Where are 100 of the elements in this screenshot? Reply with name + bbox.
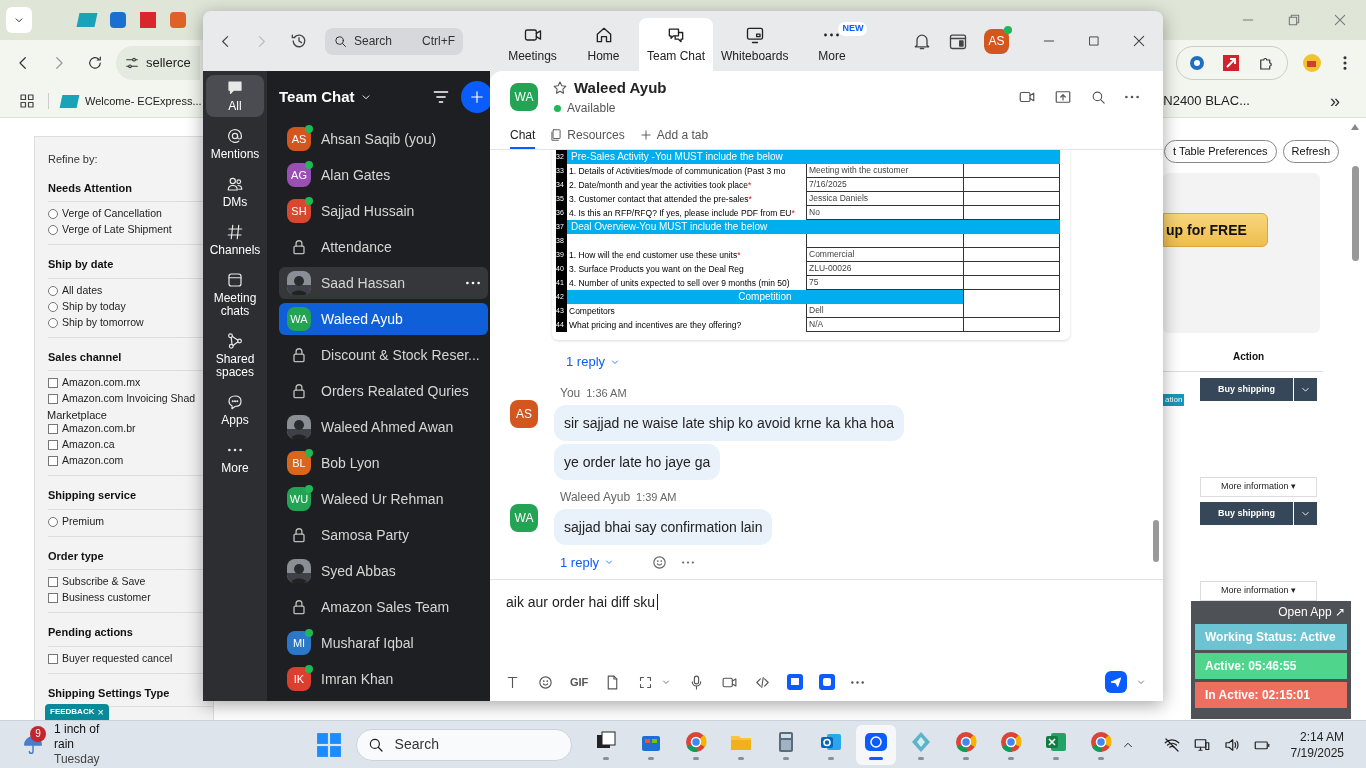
nav-tab[interactable]: Meetings <box>497 18 568 71</box>
buy-shipping-button[interactable]: Buy shipping <box>1200 502 1293 525</box>
address-bar[interactable]: sellerce <box>116 45 200 80</box>
search-field[interactable]: Search Ctrl+F <box>325 27 463 55</box>
tab-favicon-icon[interactable] <box>76 13 98 27</box>
new-chat-button[interactable] <box>460 81 493 113</box>
radio-button[interactable] <box>48 516 58 527</box>
chat-list-item[interactable]: MI Musharaf Iqbal <box>279 627 488 659</box>
avatar: WA <box>510 83 538 111</box>
start-icon[interactable] <box>315 731 342 758</box>
app-icon[interactable] <box>819 674 836 690</box>
maximize-icon[interactable] <box>1087 34 1101 48</box>
sidebar-tab[interactable]: All <box>206 75 264 117</box>
gif-button[interactable]: GIF <box>570 673 589 691</box>
chat-list-item[interactable]: Attendance <box>279 231 488 263</box>
reload-icon[interactable] <box>86 53 104 72</box>
at-sign-icon <box>226 127 244 145</box>
close-icon[interactable] <box>1332 12 1348 28</box>
conversation-tab[interactable]: Chat <box>510 123 536 149</box>
chat-list-item[interactable]: Orders Realated Quries <box>279 375 488 407</box>
chat-list-item[interactable]: AG Alan Gates <box>279 159 488 191</box>
add-reaction-icon[interactable] <box>651 553 669 571</box>
nav-tab[interactable]: Team Chat <box>639 18 714 71</box>
toolbar-button[interactable]: Refresh <box>1282 140 1340 163</box>
filter-option-label: Business customer <box>62 590 151 606</box>
chat-list-item[interactable]: IK Imran Khan <box>279 663 488 695</box>
message-bubble: ye order late ho jaye ga <box>554 443 721 480</box>
scrollbar-thumb[interactable] <box>1153 520 1159 562</box>
tab-favicon-icon[interactable] <box>110 12 126 28</box>
nav-tab[interactable]: Home <box>568 18 639 71</box>
sidebar-tab[interactable]: More <box>206 437 264 479</box>
chat-list-item[interactable]: BL Bob Lyon <box>279 447 488 479</box>
checkbox[interactable] <box>48 378 58 388</box>
search-icon <box>333 33 348 49</box>
restore-icon[interactable] <box>1286 12 1302 28</box>
more-options-icon[interactable] <box>465 281 480 285</box>
toolbar-button[interactable]: t Table Preferences <box>1164 140 1277 163</box>
bookmarks-overflow-button[interactable]: » <box>1330 87 1340 115</box>
chat-list-item[interactable]: Samosa Party <box>279 519 488 551</box>
radio-button[interactable] <box>48 285 58 296</box>
reply-count-link[interactable]: 1 reply <box>560 552 616 572</box>
apps-grid-icon[interactable] <box>18 92 36 110</box>
chat-list-item[interactable]: Saad Hassan <box>279 267 488 299</box>
chat-list-item[interactable]: Discount & Stock Reser... <box>279 339 488 371</box>
nav-tab[interactable]: Whiteboards <box>713 18 797 71</box>
chat-list-item[interactable]: WA Waleed Ayub <box>279 303 488 335</box>
checkbox[interactable] <box>48 424 58 434</box>
chat-list-item[interactable]: WU Waleed Ur Rehman <box>279 483 488 515</box>
feedback-tab[interactable]: FEEDBACK × <box>45 704 109 720</box>
sidebar-tab[interactable]: Mentions <box>206 123 264 165</box>
extension-icon[interactable] <box>1189 54 1205 71</box>
upload-icon[interactable] <box>1054 88 1072 106</box>
checkbox[interactable] <box>48 577 58 587</box>
radio-button[interactable] <box>48 317 58 328</box>
extension-icon[interactable] <box>1302 52 1322 73</box>
list-title-button[interactable]: Team Chat <box>279 85 373 109</box>
more-options-icon[interactable] <box>682 560 695 564</box>
search-field[interactable]: Search <box>355 728 572 761</box>
chat-list-item[interactable]: AS Ahsan Saqib (you) <box>279 123 488 155</box>
checkbox[interactable] <box>48 653 58 664</box>
more-options-icon[interactable] <box>851 680 865 684</box>
conversation-tab[interactable]: Resources <box>549 123 625 149</box>
more-options-icon[interactable] <box>1125 95 1139 99</box>
signup-button[interactable]: up for FREE <box>1163 213 1268 247</box>
filter-option-label: Amazon.com <box>62 453 124 469</box>
radio-button[interactable] <box>48 209 58 219</box>
checkbox[interactable] <box>48 394 58 404</box>
nav-tab[interactable]: NEW More <box>796 18 868 71</box>
emoji-icon[interactable] <box>537 673 554 691</box>
chat-list-item[interactable]: Waleed Ahmed Awan <box>279 411 488 443</box>
avatar: SH <box>287 199 311 223</box>
reply-count-link[interactable]: 1 reply <box>566 352 622 372</box>
scrollbar-thumb[interactable] <box>1351 166 1359 261</box>
more-information-link[interactable]: More information ▾ <box>1200 477 1317 497</box>
checkbox[interactable] <box>48 593 58 603</box>
checkbox[interactable] <box>48 440 58 450</box>
chat-list-item[interactable]: Amazon Sales Team <box>279 591 488 623</box>
checkbox[interactable] <box>48 456 58 466</box>
extension-icon[interactable] <box>1223 54 1239 71</box>
app-icon[interactable] <box>787 674 804 690</box>
send-button[interactable] <box>1105 671 1127 693</box>
radio-button[interactable] <box>48 225 58 235</box>
clock-time[interactable]: 2:14 AM <box>1299 728 1344 745</box>
radio-button[interactable] <box>48 301 58 312</box>
buy-shipping-button[interactable]: Buy shipping <box>1200 378 1293 401</box>
clock-date[interactable]: 7/19/2025 <box>1290 744 1344 761</box>
sidebar-tab[interactable]: Apps <box>206 389 264 431</box>
message-input[interactable]: aik aur order hai diff sku <box>506 590 1163 614</box>
weather-widget[interactable]: 9 1 inch of rain Tuesday <box>22 722 122 767</box>
open-app-link[interactable]: Open App ↗ <box>1278 603 1345 621</box>
close-icon[interactable] <box>1131 33 1147 49</box>
chat-list-item[interactable]: SH Sajjad Hussain <box>279 195 488 227</box>
star-icon[interactable] <box>552 80 568 96</box>
profile-avatar[interactable]: AS <box>984 28 1009 54</box>
conversation-tab[interactable]: Add a tab <box>638 123 709 149</box>
bookmark-link[interactable]: Welcome- ECExpress... <box>85 92 202 110</box>
chat-list-item[interactable]: Syed Abbas <box>279 555 488 587</box>
more-information-link[interactable]: More information ▾ <box>1200 581 1317 601</box>
scroll-up-arrow-icon[interactable] <box>1351 124 1359 130</box>
bookmark-link[interactable]: N2400 BLAC... <box>1163 91 1250 111</box>
